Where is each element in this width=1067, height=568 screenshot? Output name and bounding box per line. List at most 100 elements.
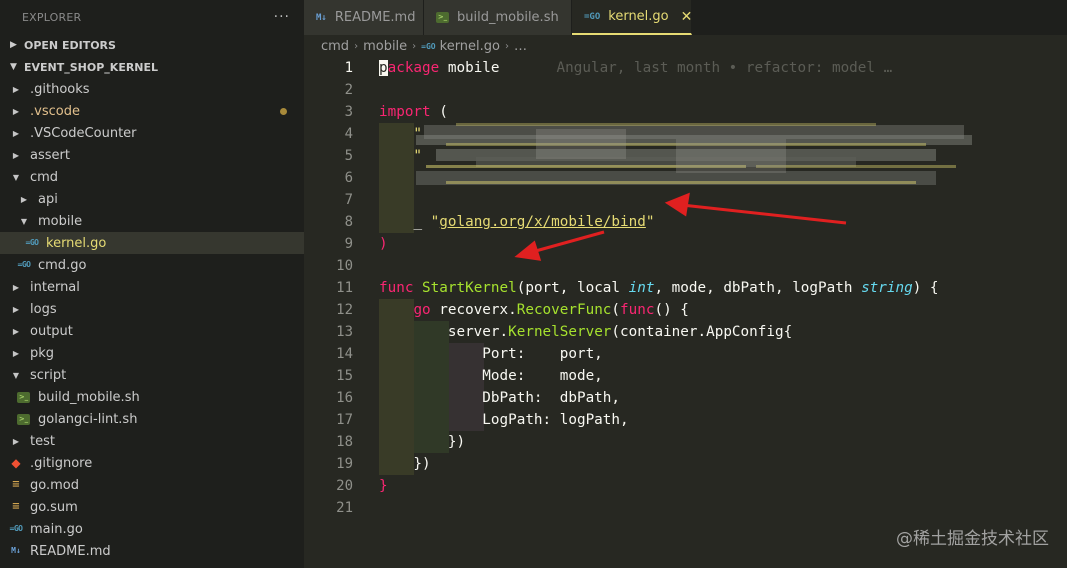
tree-item-label: cmd.go — [38, 257, 87, 273]
line-number: 13 — [336, 324, 353, 340]
code-line[interactable]: ) — [379, 233, 388, 255]
chevron-down-icon: ▼ — [12, 370, 20, 380]
breadcrumb-item-mobile[interactable]: mobile — [363, 39, 407, 54]
tree-item-label: mobile — [38, 213, 83, 229]
terminal-file-icon: >_ — [17, 413, 30, 425]
line-number: 9 — [344, 236, 353, 252]
tab-readme-md[interactable]: M↓ README.md — [304, 0, 424, 35]
code-token: server. — [379, 324, 509, 340]
code-token: golang.org/x/mobile/bind — [439, 214, 646, 230]
go-mod-file-icon: ≡ — [11, 501, 21, 512]
breadcrumb: cmd › mobile › =GO kernel.go › … — [304, 35, 1067, 57]
tree-item-mobile[interactable]: ▼ mobile — [0, 210, 304, 232]
code-token: , mode, dbPath, logPath — [654, 280, 862, 296]
tree-item-go-sum[interactable]: ≡ go.sum — [0, 496, 304, 518]
code-line[interactable] — [379, 189, 413, 211]
code-line[interactable]: }) — [379, 431, 465, 453]
code-line[interactable]: LogPath: logPath, — [379, 409, 629, 431]
breadcrumb-separator: › — [505, 40, 509, 52]
tree-item-label: internal — [30, 279, 80, 295]
tree-item-kernel-go[interactable]: =GO kernel.go — [0, 232, 304, 254]
line-number: 18 — [336, 434, 353, 450]
go-file-icon: =GO — [584, 11, 601, 22]
code-token: StartKernel — [422, 280, 517, 296]
tree-item-script[interactable]: ▼ script — [0, 364, 304, 386]
tree-item-label: api — [38, 191, 58, 207]
tree-item-api[interactable]: ▶ api — [0, 188, 304, 210]
tree-item-main-go[interactable]: =GO main.go — [0, 518, 304, 540]
tree-item-cmd-go[interactable]: =GO cmd.go — [0, 254, 304, 276]
code-line[interactable] — [379, 167, 413, 189]
arrow-to-bind-import — [664, 192, 847, 225]
line-number: 17 — [336, 412, 353, 428]
tree-item-gitignore[interactable]: ◆ .gitignore — [0, 452, 304, 474]
tree-item-label: output — [30, 323, 73, 339]
code-token: (port, local — [516, 280, 629, 296]
code-line[interactable]: Port: port, — [379, 343, 603, 365]
code-line[interactable]: Mode: mode, — [379, 365, 603, 387]
open-editors-section[interactable]: ▶ OPEN EDITORS — [0, 34, 304, 56]
code-token: Port: port, — [379, 346, 603, 362]
tree-item-internal[interactable]: ▶ internal — [0, 276, 304, 298]
code-line[interactable]: }) — [379, 453, 430, 475]
code-line[interactable]: } — [379, 475, 388, 497]
tree-item-readme-md[interactable]: M↓ README.md — [0, 540, 304, 562]
close-icon[interactable]: ✕ — [681, 9, 693, 25]
tree-item-test[interactable]: ▶ test — [0, 430, 304, 452]
code-line[interactable]: _ "golang.org/x/mobile/bind" — [379, 211, 654, 233]
code-line[interactable]: func StartKernel(port, local int, mode, … — [379, 277, 939, 299]
tree-item-label: pkg — [30, 345, 55, 361]
line-number: 10 — [336, 258, 353, 274]
project-section[interactable]: ▼ EVENT_SHOP_KERNEL — [0, 56, 304, 78]
more-actions-icon[interactable]: ··· — [274, 9, 290, 25]
tree-item-label: .gitignore — [30, 455, 93, 471]
tree-item-label: .githooks — [30, 81, 90, 97]
code-token: DbPath: dbPath, — [379, 390, 621, 406]
tree-item-output[interactable]: ▶ output — [0, 320, 304, 342]
chevron-right-icon: ▶ — [20, 194, 28, 204]
code-editor[interactable]: 1 package mobile Angular, last month • ref… — [304, 57, 1067, 568]
code-token: RecoverFunc — [516, 302, 612, 318]
breadcrumb-item-file[interactable]: kernel.go — [440, 39, 500, 54]
line-number: 7 — [344, 192, 353, 208]
code-token: " — [422, 214, 440, 230]
tree-item-githooks[interactable]: ▶ .githooks — [0, 78, 304, 100]
tree-item-build-mobile-sh[interactable]: >_ build_mobile.sh — [0, 386, 304, 408]
tree-item-label: cmd — [30, 169, 59, 185]
code-line[interactable]: DbPath: dbPath, — [379, 387, 620, 409]
tab-build-mobile-sh[interactable]: >_ build_mobile.sh — [424, 0, 572, 35]
code-line[interactable]: import ( — [379, 101, 448, 123]
code-line[interactable]: server.KernelServer(container.AppConfig{ — [379, 321, 792, 343]
tree-item-pkg[interactable]: ▶ pkg — [0, 342, 304, 364]
arrow-to-startkernel — [514, 230, 605, 261]
markdown-file-icon: M↓ — [11, 546, 21, 555]
breadcrumb-separator: › — [412, 40, 417, 52]
code-token: }) — [379, 434, 466, 450]
code-token: func — [379, 280, 414, 296]
code-token: ( — [611, 302, 621, 318]
tree-item-vscode[interactable]: ▶ .vscode — [0, 100, 304, 122]
tree-item-logs[interactable]: ▶ logs — [0, 298, 304, 320]
explorer-title: EXPLORER — [22, 10, 82, 24]
tree-item-vscodecounter[interactable]: ▶ .VSCodeCounter — [0, 122, 304, 144]
chevron-right-icon: ▶ — [12, 348, 20, 358]
code-token: recoverx. — [430, 302, 517, 318]
tree-item-assert[interactable]: ▶ assert — [0, 144, 304, 166]
breadcrumb-ellipsis[interactable]: … — [514, 39, 527, 54]
tree-item-golangci-lint-sh[interactable]: >_ golangci-lint.sh — [0, 408, 304, 430]
tree-item-go-mod[interactable]: ≡ go.mod — [0, 474, 304, 496]
breadcrumb-item-cmd[interactable]: cmd — [321, 39, 349, 54]
tree-item-label: build_mobile.sh — [38, 389, 140, 405]
modified-indicator — [280, 108, 287, 115]
code-line[interactable]: go recoverx.RecoverFunc(func() { — [379, 299, 688, 321]
tab-kernel-go[interactable]: =GO kernel.go ✕ — [572, 0, 692, 35]
breadcrumb-separator: › — [354, 40, 359, 52]
code-line[interactable]: package mobile Angular, last month • refa… — [379, 57, 892, 79]
tree-item-cmd[interactable]: ▼ cmd — [0, 166, 304, 188]
code-token: LogPath: logPath, — [379, 412, 629, 428]
tree-item-label: .vscode — [30, 103, 80, 119]
tree-item-label: logs — [30, 301, 57, 317]
